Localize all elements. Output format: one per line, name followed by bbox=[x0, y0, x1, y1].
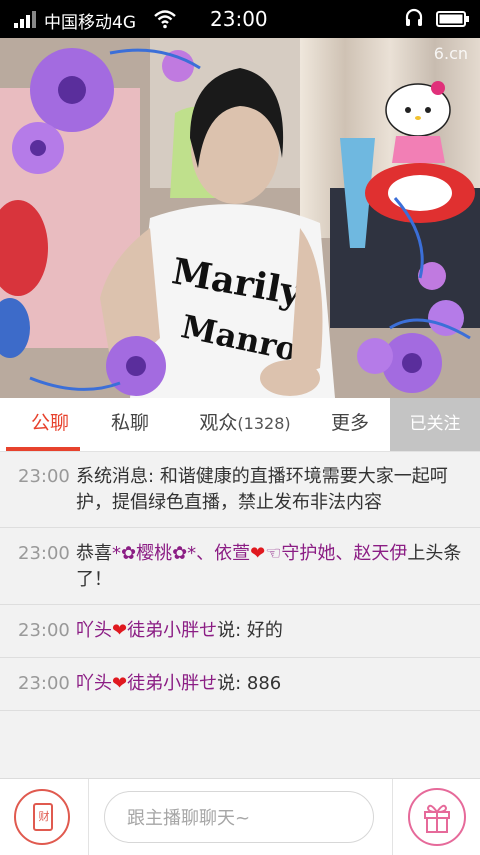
user-names[interactable]: *✿樱桃✿*、依萱 bbox=[112, 543, 250, 564]
chat-message: 吖头❤徒弟小胖せ说: 886 bbox=[76, 671, 470, 697]
says-label: 说: bbox=[217, 673, 242, 694]
message-time: 23:00 bbox=[18, 466, 70, 487]
bottom-bar: 财 bbox=[0, 778, 480, 855]
username[interactable]: 吖头 bbox=[76, 620, 112, 641]
tab-label: 私聊 bbox=[110, 412, 149, 434]
heart-icon: ❤ bbox=[250, 543, 266, 564]
wifi-icon bbox=[154, 10, 176, 29]
tab-more[interactable]: 更多 bbox=[320, 398, 380, 451]
system-message: 系统消息: 和谐健康的直播环境需要大家一起呵护，提倡绿色直播，禁止发布非法内容 bbox=[76, 464, 470, 516]
red-packet-char: 财 bbox=[38, 810, 50, 823]
followed-button[interactable]: 已关注 bbox=[390, 398, 480, 451]
status-bar: 中国移动4G 23:00 bbox=[0, 0, 480, 38]
says-label: 说: bbox=[217, 620, 242, 641]
gift-button[interactable] bbox=[408, 788, 466, 846]
tab-label: 观众 bbox=[199, 412, 238, 434]
username[interactable]: 吖头 bbox=[76, 673, 112, 694]
watermark: 6.cn bbox=[433, 44, 468, 63]
message-lead: 恭喜 bbox=[76, 543, 112, 564]
divider bbox=[392, 779, 393, 855]
tab-public-chat[interactable]: 公聊 bbox=[0, 398, 100, 451]
message-time: 23:00 bbox=[18, 543, 70, 564]
heart-icon: ❤ bbox=[112, 620, 128, 641]
tab-private-chat[interactable]: 私聊 bbox=[100, 398, 160, 451]
list-item: 23:00 恭喜*✿樱桃✿*、依萱❤☜守护她、赵天伊上头条了！ bbox=[0, 528, 480, 605]
heart-icon: ❤ bbox=[112, 673, 128, 694]
tab-audience[interactable]: 观众(1328) bbox=[180, 398, 310, 451]
user-names[interactable]: ☜守护她、赵天伊 bbox=[265, 543, 407, 564]
list-item: 23:00 系统消息: 和谐健康的直播环境需要大家一起呵护，提倡绿色直播，禁止发… bbox=[0, 451, 480, 528]
username[interactable]: 徒弟小胖せ bbox=[127, 673, 217, 694]
chat-input[interactable] bbox=[125, 804, 359, 832]
message-content: 好的 bbox=[246, 620, 283, 641]
message-time: 23:00 bbox=[18, 620, 70, 641]
message-prefix: 系统消息: bbox=[76, 466, 155, 487]
video-frame: Marily Manro bbox=[0, 38, 480, 398]
signal-icon bbox=[14, 11, 36, 28]
chat-tabs: 公聊 私聊 观众(1328) 更多 已关注 bbox=[0, 398, 480, 452]
message-time: 23:00 bbox=[18, 673, 70, 694]
clock: 23:00 bbox=[210, 7, 268, 31]
audience-count: (1328) bbox=[237, 414, 291, 433]
divider bbox=[88, 779, 89, 855]
chat-message: 吖头❤徒弟小胖せ说: 好的 bbox=[76, 618, 470, 644]
tab-label: 更多 bbox=[330, 412, 369, 434]
battery-icon bbox=[436, 11, 469, 27]
list-item: 23:00 吖头❤徒弟小胖せ说: 886 bbox=[0, 658, 480, 711]
carrier-label: 中国移动4G bbox=[44, 13, 136, 33]
username[interactable]: 徒弟小胖せ bbox=[127, 620, 217, 641]
tab-label: 公聊 bbox=[30, 412, 69, 434]
live-video[interactable]: Marily Manro 6.cn bbox=[0, 38, 480, 398]
message-content: 886 bbox=[246, 673, 282, 694]
list-item: 23:00 吖头❤徒弟小胖せ说: 好的 bbox=[0, 605, 480, 658]
headline-message: 恭喜*✿樱桃✿*、依萱❤☜守护她、赵天伊上头条了！ bbox=[76, 541, 470, 593]
headphones-icon bbox=[405, 8, 423, 26]
chat-input-wrapper[interactable] bbox=[104, 791, 374, 843]
gift-icon bbox=[424, 804, 450, 833]
red-packet-button[interactable]: 财 bbox=[14, 789, 70, 845]
